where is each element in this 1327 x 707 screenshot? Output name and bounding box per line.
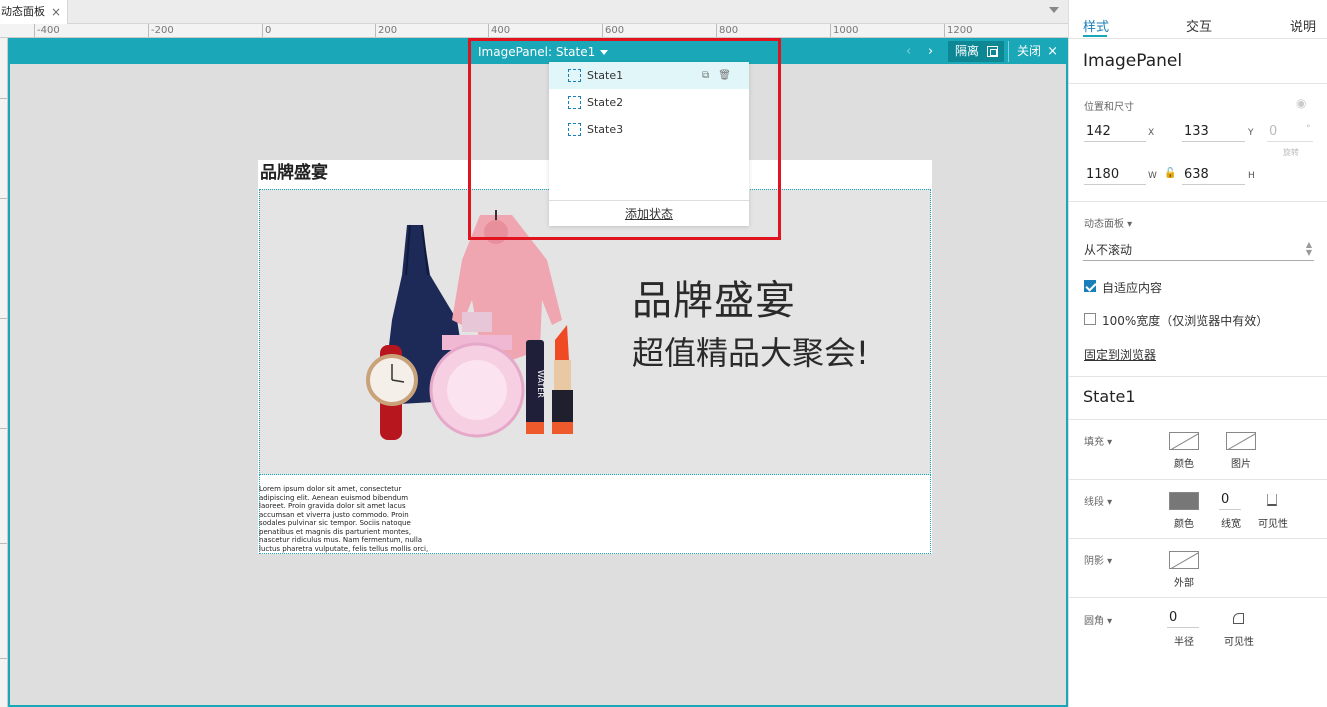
fill-image-swatch[interactable] (1226, 432, 1256, 450)
ruler-tick: -200 (148, 24, 174, 37)
full-width-label[interactable]: 100%宽度（仅浏览器中有效） (1102, 312, 1268, 329)
document-tab[interactable]: 动态面板 × (0, 0, 68, 24)
tab-style[interactable]: 样式 (1083, 16, 1109, 35)
divider (1069, 201, 1327, 202)
divider (1069, 597, 1327, 598)
previous-state-icon[interactable]: ‹ (906, 44, 911, 59)
ruler-tick: 800 (716, 24, 738, 37)
banner-subline: 超值精品大聚会! (632, 334, 869, 372)
scroll-select[interactable]: 从不滚动 ▲ ▼ (1083, 240, 1314, 261)
ruler-tick-mark (0, 318, 7, 319)
isolate-icon (987, 46, 998, 57)
line-width-input[interactable]: 0 (1219, 490, 1241, 510)
highlight-box (468, 38, 781, 240)
tab-overflow-icon[interactable] (1049, 7, 1059, 13)
lorem-text[interactable]: Lorem ipsum dolor sit amet, consectetur … (259, 485, 431, 553)
state-name[interactable]: State1 (1083, 387, 1136, 406)
tab-interaction[interactable]: 交互 (1186, 16, 1212, 35)
width-input[interactable]: 1180 (1084, 165, 1146, 185)
lipstick-red-graphic (555, 325, 569, 360)
isolate-button[interactable]: 隔离 (948, 41, 1004, 62)
ruler-tick: 400 (488, 24, 510, 37)
close-panel-button[interactable]: 关闭 × (1008, 41, 1066, 62)
ruler-tick-mark (0, 428, 7, 429)
ruler-tick: 600 (602, 24, 624, 37)
y-unit: Y (1248, 128, 1254, 138)
document-tab-label: 动态面板 (1, 5, 45, 18)
x-input[interactable]: 142 (1084, 122, 1146, 142)
document-tab-bar (0, 0, 1068, 24)
isolate-label: 隔离 (955, 44, 980, 58)
fill-image-caption: 图片 (1231, 459, 1251, 470)
corner-label: 圆角 ▾ (1084, 616, 1113, 627)
select-arrows-icon: ▲ ▼ (1305, 240, 1312, 257)
line-visibility-icon[interactable] (1267, 494, 1277, 506)
line-label: 线段 ▾ (1084, 497, 1113, 508)
tab-notes[interactable]: 说明 (1290, 16, 1316, 35)
fill-color-swatch[interactable] (1169, 432, 1199, 450)
lock-icon[interactable]: 🔓 (1164, 168, 1176, 179)
close-icon: × (1047, 44, 1058, 59)
vertical-ruler (0, 38, 8, 707)
ruler-tick: 0 (262, 24, 271, 37)
shadow-outer-caption: 外部 (1174, 578, 1194, 589)
corner-radius-caption: 半径 (1174, 637, 1194, 648)
divider (1069, 83, 1327, 84)
line-width-caption: 线宽 (1221, 519, 1241, 530)
w-unit: W (1148, 171, 1157, 181)
horizontal-ruler: -400 -200 0 200 400 600 800 1000 1200 (0, 24, 1068, 38)
eye-icon[interactable]: ◉ (1296, 96, 1306, 110)
divider (1069, 38, 1327, 39)
close-tab-icon[interactable]: × (51, 0, 61, 24)
corner-visibility-icon[interactable] (1233, 613, 1244, 624)
shadow-outer-swatch[interactable] (1169, 551, 1199, 569)
divider (1069, 419, 1327, 420)
height-input[interactable]: 638 (1182, 165, 1245, 185)
divider (1069, 376, 1327, 377)
divider (1069, 538, 1327, 539)
design-title[interactable]: 品牌盛宴 (260, 158, 328, 183)
scroll-select-value: 从不滚动 (1084, 243, 1133, 257)
rotation-label: 旋转 (1283, 148, 1299, 157)
fit-content-checkbox[interactable] (1084, 280, 1096, 292)
fill-color-caption: 颜色 (1174, 459, 1194, 470)
ruler-tick-mark (0, 658, 7, 659)
corner-radius-input[interactable]: 0 (1167, 608, 1199, 628)
position-size-label: 位置和尺寸 (1084, 102, 1134, 113)
line-visibility-caption: 可见性 (1258, 519, 1288, 530)
ruler-tick-mark (0, 543, 7, 544)
ruler-tick: 1000 (830, 24, 858, 37)
ruler-tick: -400 (34, 24, 60, 37)
next-state-icon[interactable]: › (928, 44, 933, 59)
fit-content-label[interactable]: 自适应内容 (1102, 279, 1162, 296)
corner-visibility-caption: 可见性 (1224, 637, 1254, 648)
ruler-tick: 1200 (944, 24, 972, 37)
line-color-swatch[interactable] (1169, 492, 1199, 510)
fill-label: 填充 ▾ (1084, 437, 1113, 448)
ruler-tick: 200 (375, 24, 397, 37)
y-input[interactable]: 133 (1182, 122, 1245, 142)
active-tab-indicator (1083, 35, 1107, 37)
rotation-unit: ° (1306, 124, 1311, 134)
lipstick-label: WATER (536, 370, 545, 398)
x-unit: X (1148, 128, 1155, 138)
line-color-caption: 颜色 (1174, 519, 1194, 530)
ruler-tick-mark (0, 198, 7, 199)
h-unit: H (1248, 171, 1255, 181)
pin-to-browser-link[interactable]: 固定到浏览器 (1084, 346, 1156, 363)
ruler-tick-mark (0, 98, 7, 99)
element-name[interactable]: ImagePanel (1083, 51, 1182, 71)
close-label: 关闭 (1017, 44, 1042, 58)
shadow-label: 阴影 ▾ (1084, 556, 1113, 567)
full-width-checkbox[interactable] (1084, 313, 1096, 325)
divider (1069, 479, 1327, 480)
banner-headline: 品牌盛宴 (632, 278, 796, 324)
dynamic-panel-label: 动态面板 ▾ (1084, 219, 1133, 230)
